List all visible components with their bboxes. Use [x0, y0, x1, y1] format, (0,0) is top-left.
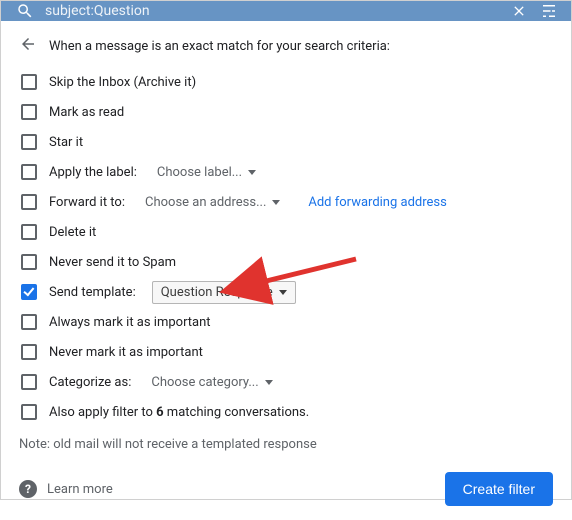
link-learn-more[interactable]: Learn more: [47, 482, 435, 497]
select-categorize[interactable]: Choose category...: [147, 373, 276, 392]
checkbox-also-apply[interactable]: [21, 404, 37, 420]
label-send-template: Send template:: [49, 285, 136, 300]
label-delete: Delete it: [49, 225, 96, 240]
checkbox-send-template[interactable]: [21, 284, 37, 300]
filter-panel: When a message is an exact match for you…: [1, 21, 571, 462]
select-send-template[interactable]: Question Response: [152, 281, 296, 304]
select-forward-value: Choose an address...: [145, 195, 266, 210]
tune-icon[interactable]: [539, 1, 559, 21]
label-skip-inbox: Skip the Inbox (Archive it): [49, 75, 196, 90]
search-icon[interactable]: [15, 1, 35, 21]
help-icon[interactable]: ?: [19, 480, 37, 498]
label-categorize: Categorize as:: [49, 375, 131, 390]
select-categorize-value: Choose category...: [151, 375, 258, 390]
label-mark-read: Mark as read: [49, 105, 124, 120]
caret-down-icon: [272, 200, 280, 205]
label-never-important: Never mark it as important: [49, 345, 203, 360]
footer: ? Learn more Create filter: [1, 462, 571, 520]
label-star: Star it: [49, 135, 83, 150]
panel-heading: When a message is an exact match for you…: [49, 39, 390, 54]
checkbox-categorize[interactable]: [21, 374, 37, 390]
label-always-important: Always mark it as important: [49, 315, 211, 330]
checkbox-never-spam[interactable]: [21, 254, 37, 270]
back-arrow-icon[interactable]: [19, 35, 37, 57]
note-text: Note: old mail will not receive a templa…: [19, 437, 553, 452]
checkbox-mark-read[interactable]: [21, 104, 37, 120]
select-send-template-value: Question Response: [161, 285, 273, 300]
select-apply-label[interactable]: Choose label...: [153, 163, 260, 182]
link-add-forwarding[interactable]: Add forwarding address: [308, 195, 446, 210]
checkbox-never-important[interactable]: [21, 344, 37, 360]
checkbox-always-important[interactable]: [21, 314, 37, 330]
checkbox-star[interactable]: [21, 134, 37, 150]
label-never-spam: Never send it to Spam: [49, 255, 176, 270]
label-forward: Forward it to:: [49, 195, 125, 210]
label-apply-label: Apply the label:: [49, 165, 137, 180]
label-also-apply: Also apply filter to 6 matching conversa…: [49, 405, 309, 420]
checkbox-forward[interactable]: [21, 194, 37, 210]
caret-down-icon: [265, 380, 273, 385]
caret-down-icon: [279, 290, 287, 295]
caret-down-icon: [248, 170, 256, 175]
create-filter-button[interactable]: Create filter: [445, 472, 553, 506]
checkbox-skip-inbox[interactable]: [21, 74, 37, 90]
close-icon[interactable]: [509, 1, 529, 21]
select-apply-label-value: Choose label...: [157, 165, 242, 180]
select-forward-address[interactable]: Choose an address...: [141, 193, 284, 212]
search-query-text[interactable]: subject:Question: [45, 3, 499, 19]
search-bar: subject:Question: [1, 1, 571, 21]
checkbox-delete[interactable]: [21, 224, 37, 240]
checkbox-apply-label[interactable]: [21, 164, 37, 180]
